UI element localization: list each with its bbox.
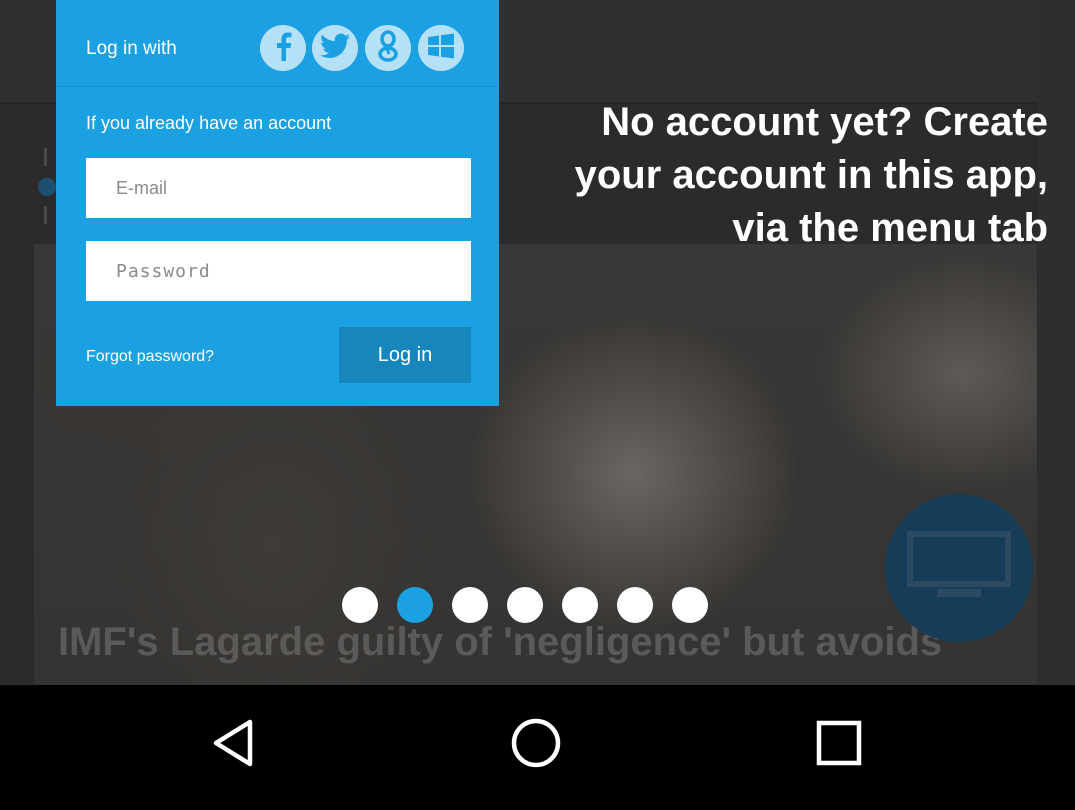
- tv-button[interactable]: [885, 494, 1033, 642]
- existing-account-label: If you already have an account: [86, 113, 332, 133]
- twitter-icon: [320, 33, 350, 64]
- google-login-button[interactable]: [365, 25, 411, 71]
- pager-dot[interactable]: [672, 587, 708, 623]
- login-with-label: Log in with: [86, 38, 177, 59]
- coach-line-2: your account in this app,: [574, 153, 1048, 197]
- coach-mark-text: No account yet? Create your account in t…: [528, 96, 1048, 255]
- onboarding-pager: [342, 587, 708, 623]
- pager-dot[interactable]: [562, 587, 598, 623]
- pager-dot[interactable]: [452, 587, 488, 623]
- windows-icon: [428, 33, 454, 64]
- divider: [44, 206, 47, 224]
- facebook-icon: [272, 31, 294, 66]
- divider: [44, 148, 47, 166]
- facebook-login-button[interactable]: [260, 25, 306, 71]
- list-marker: [38, 178, 56, 196]
- login-panel: Log in with If you already have an accou…: [56, 0, 499, 406]
- twitter-login-button[interactable]: [312, 25, 358, 71]
- forgot-password-link[interactable]: Forgot password?: [86, 348, 214, 366]
- system-nav-bar: [0, 685, 1075, 810]
- pager-dot-active[interactable]: [397, 587, 433, 623]
- home-icon: [510, 717, 562, 774]
- login-button[interactable]: Log in: [339, 327, 471, 383]
- pager-dot[interactable]: [507, 587, 543, 623]
- social-login-header: Log in with: [56, 0, 499, 87]
- recents-icon: [816, 720, 862, 771]
- email-field[interactable]: [86, 158, 471, 218]
- back-icon: [209, 718, 257, 773]
- tv-icon: [907, 530, 1011, 606]
- home-button[interactable]: [496, 705, 576, 785]
- windows-login-button[interactable]: [418, 25, 464, 71]
- recents-button[interactable]: [799, 705, 879, 785]
- pager-dot[interactable]: [617, 587, 653, 623]
- password-field[interactable]: [86, 241, 471, 301]
- google-plus-icon: [377, 29, 399, 67]
- back-button[interactable]: [193, 705, 273, 785]
- coach-line-1: No account yet? Create: [601, 100, 1048, 144]
- pager-dot[interactable]: [342, 587, 378, 623]
- coach-line-3: via the menu tab: [732, 206, 1048, 250]
